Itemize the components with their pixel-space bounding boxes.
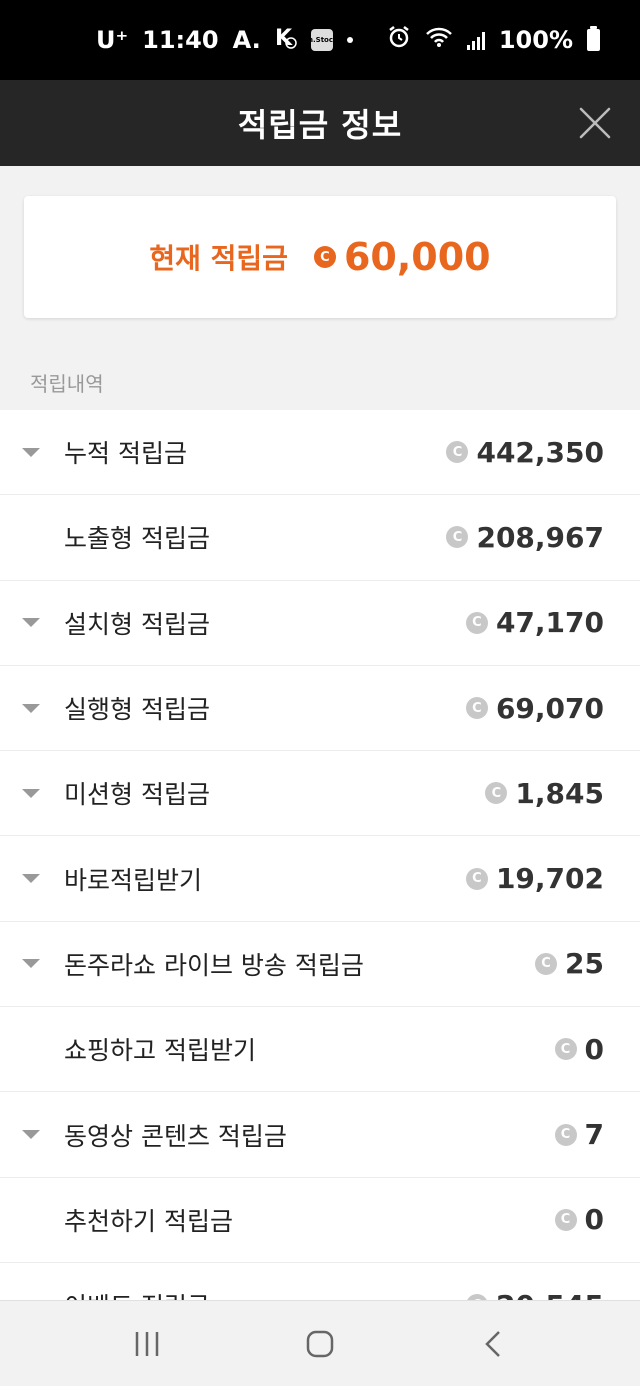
list-item-label: 이벤트 적립금 [64,1287,466,1300]
current-points-value: 60,000 [343,235,491,279]
expand-caret-icon [22,447,40,457]
back-button[interactable] [463,1314,523,1374]
list-item-value-group: C 442,350 [446,436,604,469]
coin-icon: C [465,867,488,890]
more-notifications-dot [346,37,353,43]
caret-placeholder [22,1215,40,1224]
list-item-value-group: C 47,170 [465,606,604,640]
list-item-value-group: C 208,967 [446,521,604,554]
expand-caret-icon [22,1130,40,1140]
list-item-label: 누적 적립금 [64,439,187,469]
notification-a-icon: A. [232,26,261,54]
list-item[interactable]: 미션형 적립금 C 1,845 [0,751,640,837]
coin-icon: C [535,952,558,975]
list-item-value: 25 [565,947,604,981]
list-item-value: 20,545 [496,1289,604,1300]
expand-caret-icon [22,618,40,628]
close-button[interactable] [574,102,616,144]
expand-caret-icon [22,788,40,798]
coin-icon: C [446,526,469,549]
carrier-label: U⁺ [96,26,129,54]
list-item-label: 바로적립받기 [64,865,203,895]
list-item-label: 실행형 적립금 [64,695,210,725]
page-title: 적립금 정보 [237,106,403,144]
list-item[interactable]: 누적 적립금 C 442,350 [0,410,640,496]
coin-icon: C [313,246,336,268]
stock-app-label: m.Stock [305,35,338,44]
coin-icon: C [554,1208,577,1231]
coin-icon: C [485,782,508,805]
close-icon [579,107,611,139]
coin-icon: C [446,441,469,464]
list-item-value: 7 [584,1118,604,1152]
list-item-value-group: C 25 [535,947,604,980]
wifi-icon [425,26,453,54]
list-item[interactable]: 노출형 적립금 C 208,967 [0,495,640,581]
list-item[interactable]: 바로적립받기 C 19,702 [0,836,640,922]
status-left: U⁺ 11:40 A. K m.Stock [96,25,353,55]
alarm-icon [387,25,411,55]
expand-caret-icon [22,874,40,884]
list-item-label: 추천하기 적립금 [64,1206,233,1236]
current-points-label: 현재 적립금 [149,242,288,275]
list-item-label: 쇼핑하고 적립받기 [64,1036,256,1066]
list-item-value: 47,170 [495,606,604,640]
list-item-value-group: C 7 [554,1118,604,1152]
list-item-value-group: C 20,545 [465,1289,604,1300]
status-right: 100% [387,25,600,55]
coin-icon: C [554,1038,577,1061]
expand-caret-icon [22,959,40,969]
status-bar: U⁺ 11:40 A. K m.Stock 100% [0,0,640,80]
list-item[interactable]: 쇼핑하고 적립받기 C 0 [0,1007,640,1093]
battery-percent: 100% [498,26,573,54]
list-item-value: 1,845 [515,776,604,810]
list-item-value: 0 [584,1032,604,1066]
list-item-value-group: C 0 [554,1203,604,1237]
recents-button[interactable] [117,1314,177,1374]
list-item-value: 69,070 [495,691,604,725]
caret-placeholder [22,533,40,542]
section-label: 적립내역 [30,372,104,396]
list-item[interactable]: 돈주라쇼 라이브 방송 적립금 C 25 [0,922,640,1008]
list-item-label: 미션형 적립금 [64,780,210,810]
list-item-label: 노출형 적립금 [64,524,210,554]
home-button[interactable] [290,1314,350,1374]
stock-app-icon: m.Stock [306,29,338,51]
home-icon [306,1330,334,1357]
list-item-value: 442,350 [476,435,604,469]
battery-icon [587,26,600,51]
coin-icon: C [465,697,488,720]
list-item-value-group: C 69,070 [465,691,604,725]
list-item-value-group: C 19,702 [465,862,604,896]
signal-icon [466,30,485,50]
list-item-label: 돈주라쇼 라이브 방송 적립금 [64,950,364,980]
coin-icon: C [554,1123,577,1146]
list-item[interactable]: 실행형 적립금 C 69,070 [0,666,640,752]
list-item-label: 동영상 콘텐츠 적립금 [64,1121,287,1151]
list-item-value-group: C 1,845 [485,777,604,810]
list-item-value: 0 [584,1203,604,1237]
recents-icon [135,1331,158,1356]
points-history-list: 누적 적립금 C 442,350 노출형 적립금 C 208,967 설치형 적… [0,410,640,1300]
list-item[interactable]: 설치형 적립금 C 47,170 [0,581,640,666]
list-item[interactable]: 동영상 콘텐츠 적립금 C 7 [0,1092,640,1178]
list-item-value-group: C 0 [554,1032,604,1066]
caret-placeholder [22,1045,40,1054]
list-item[interactable]: 추천하기 적립금 C 0 [0,1178,640,1263]
list-item-label: 설치형 적립금 [64,609,210,639]
list-item[interactable]: 이벤트 적립금 C 20,545 [0,1263,640,1300]
current-points-card: 현재 적립금 C 60,000 [24,196,616,318]
list-item-value: 19,702 [495,862,604,896]
header: 적립금 정보 [0,80,640,166]
back-icon [485,1330,501,1357]
system-navigation-bar [0,1300,640,1386]
current-points-value-group: C 60,000 [313,235,491,279]
clock: 11:40 [142,26,219,54]
expand-caret-icon [22,703,40,713]
coin-icon: C [465,611,488,634]
notification-k-icon: K [275,25,297,55]
list-item-value: 208,967 [476,520,604,554]
